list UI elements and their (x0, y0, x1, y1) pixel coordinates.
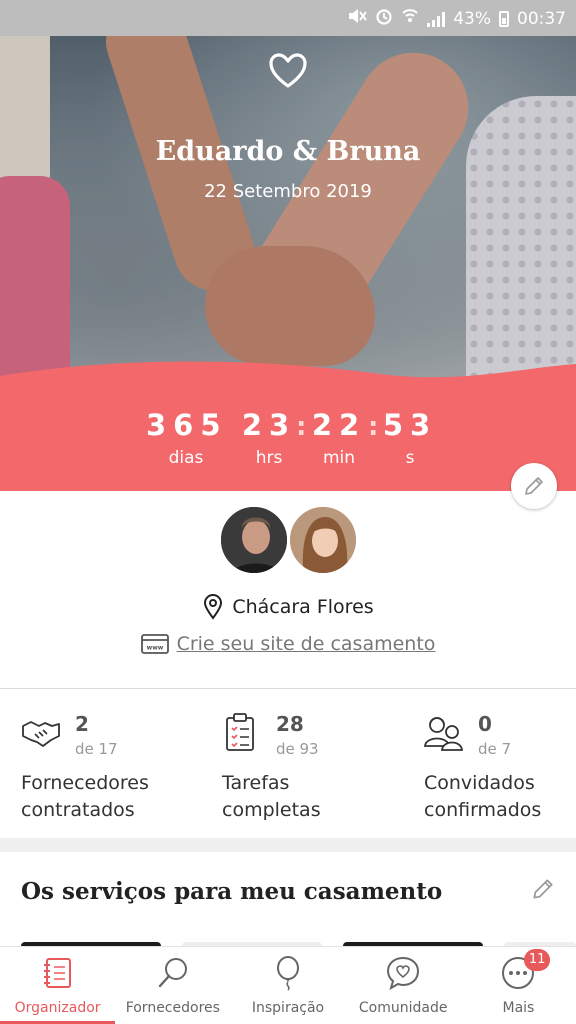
avatar-partner-1[interactable] (219, 505, 289, 575)
countdown-separator: : (368, 412, 379, 442)
balloon-icon (277, 956, 299, 991)
countdown-hours-value: 23 (241, 408, 297, 442)
status-icons: 43% 00:37 (347, 7, 566, 30)
venue-row[interactable]: Chácara Flores (0, 594, 576, 620)
wedding-date: 22 Setembro 2019 (204, 181, 372, 202)
svg-text:www: www (146, 645, 163, 652)
nav-inspiracao[interactable]: Inspiração (230, 947, 345, 1024)
signal-icon (427, 11, 446, 27)
hero-cover-photo[interactable]: Eduardo & Bruna 22 Setembro 2019 (0, 36, 576, 396)
countdown-seconds-value: 53 (382, 408, 438, 442)
clipboard-checklist-icon (226, 713, 254, 751)
stat-guests-total: de 7 (478, 740, 512, 758)
location-pin-icon (204, 594, 223, 620)
battery-icon (499, 10, 509, 27)
countdown-separator: : (296, 412, 307, 442)
chat-heart-icon (387, 956, 420, 991)
nav-fornecedores[interactable]: Fornecedores (115, 947, 230, 1024)
stat-tasks-count: 28 (276, 712, 304, 736)
website-icon: www (140, 634, 169, 654)
nav-label: Inspiração (251, 1000, 325, 1016)
stat-label-line: Convidados (424, 772, 535, 794)
stat-guests-count: 0 (478, 712, 492, 736)
search-icon (158, 958, 187, 988)
alarm-icon (375, 7, 393, 30)
stat-label-line: confirmados (424, 799, 542, 821)
battery-percent: 43% (453, 8, 491, 29)
countdown-hours: 23 hrs (241, 408, 297, 468)
stat-vendors-total: de 17 (75, 740, 118, 758)
heart-icon (269, 53, 307, 88)
stat-tasks-label: Tarefas completas (222, 770, 412, 824)
countdown-minutes: 22 min (311, 408, 367, 468)
countdown-seconds: 53 s (382, 408, 438, 468)
pencil-icon[interactable] (530, 876, 556, 902)
avatar-partner-2[interactable] (288, 505, 358, 575)
section-divider (0, 688, 576, 689)
handshake-icon (22, 721, 60, 747)
create-website-row[interactable]: www Crie seu site de casamento (0, 633, 576, 655)
notification-badge: 11 (523, 949, 551, 971)
section-separator-band (0, 838, 576, 852)
stat-vendors-label: Fornecedores contratados (21, 770, 211, 824)
venue-name: Chácara Flores (232, 596, 374, 618)
stat-label-line: contratados (21, 799, 135, 821)
services-title: Os serviços para meu casamento (21, 878, 443, 905)
countdown-days-value: 365 (146, 408, 228, 442)
countdown-days-label: dias (168, 448, 204, 468)
pencil-icon (525, 477, 543, 495)
stat-label-line: Fornecedores (21, 772, 149, 794)
nav-label: Organizador (14, 1000, 101, 1016)
countdown-seconds-label: s (405, 448, 415, 468)
countdown-minutes-value: 22 (311, 408, 367, 442)
countdown-banner: 365 dias 23 hrs : 22 min : 53 s (0, 360, 576, 491)
photo-overlay (0, 36, 576, 396)
nav-comunidade[interactable]: Comunidade (346, 947, 461, 1024)
nav-organizador[interactable]: Organizador (0, 947, 116, 1024)
edit-profile-button[interactable] (511, 463, 557, 509)
status-bar: 43% 00:37 (0, 0, 576, 36)
couple-name: Eduardo & Bruna (155, 136, 421, 167)
create-website-link[interactable]: Crie seu site de casamento (177, 633, 436, 655)
countdown-minutes-label: min (322, 448, 356, 468)
nav-label: Mais (502, 1000, 535, 1016)
countdown-days: 365 dias (146, 408, 226, 468)
stat-tasks-total: de 93 (276, 740, 319, 758)
stat-vendors-count: 2 (75, 712, 89, 736)
nav-mais[interactable]: 11 Mais (461, 947, 576, 1024)
stat-label-line: completas (222, 799, 321, 821)
countdown-hours-label: hrs (255, 448, 283, 468)
guests-icon (424, 717, 463, 751)
stat-label-line: Tarefas (222, 772, 290, 794)
wifi-calling-icon (401, 7, 419, 30)
mute-icon (347, 7, 368, 30)
nav-label: Comunidade (358, 1000, 448, 1016)
nav-label: Fornecedores (125, 1000, 220, 1016)
clock: 00:37 (517, 8, 566, 29)
bottom-navigation: Organizador Fornecedores Inspiração Comu… (0, 946, 576, 1024)
notebook-icon (43, 958, 71, 988)
stat-guests-label: Convidados confirmados (424, 770, 576, 824)
